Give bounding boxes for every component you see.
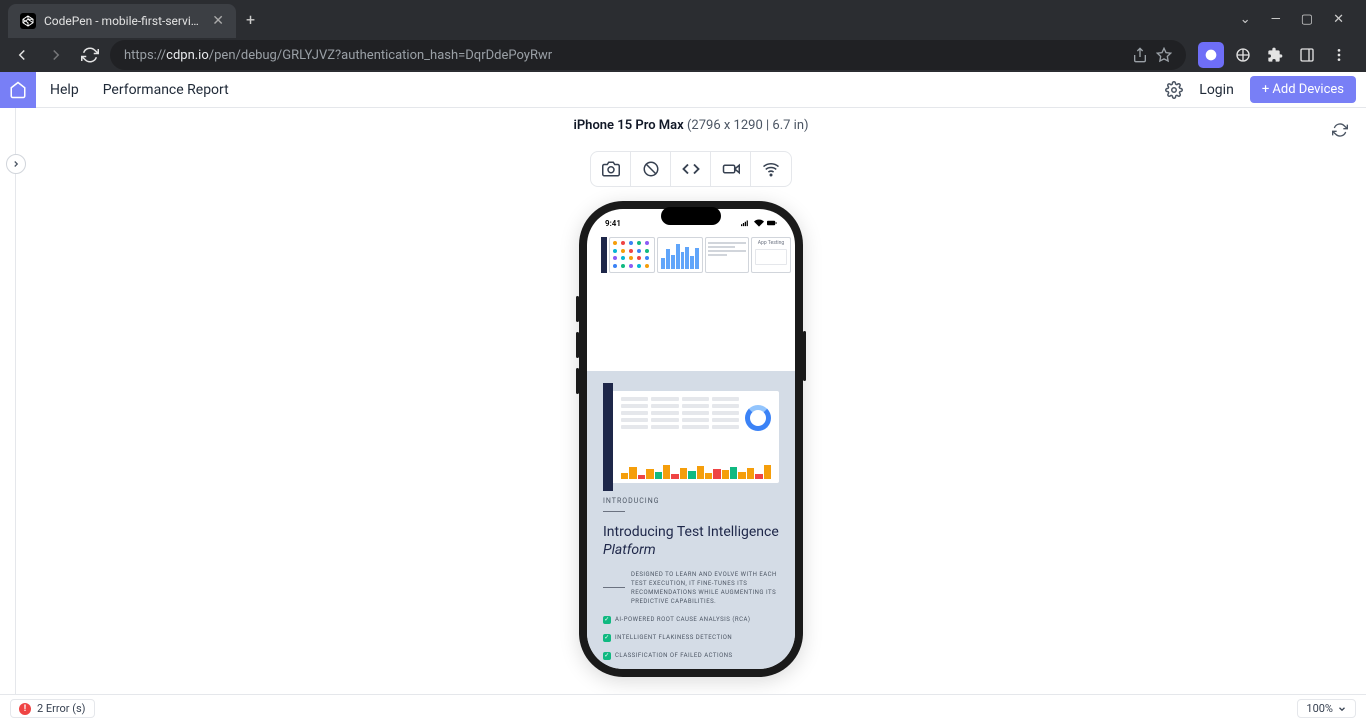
minimize-icon[interactable]: — xyxy=(1271,12,1281,27)
phone-time: 9:41 xyxy=(605,219,621,228)
error-indicator[interactable]: ! 2 Error (s) xyxy=(10,699,95,718)
hero-card-4: App Testing xyxy=(751,237,791,273)
content-area: iPhone 15 Pro Max (2796 x 1290 | 6.7 in)… xyxy=(0,108,1366,694)
extension-1-icon[interactable] xyxy=(1198,42,1224,68)
signal-icon xyxy=(741,219,751,227)
phone-notch xyxy=(661,207,721,225)
extensions-icon[interactable] xyxy=(1262,42,1288,68)
browser-chrome: CodePen - mobile-first-services ✕ + ⌄ — … xyxy=(0,0,1366,72)
nav-bar: https://cdpn.io/pen/debug/GRLYJVZ?authen… xyxy=(0,38,1366,72)
wifi-icon xyxy=(754,219,764,227)
feature-1: ✓AI-POWERED ROOT CAUSE ANALYSIS (RCA) xyxy=(603,616,779,624)
intro-accent-bar xyxy=(603,383,613,491)
header-links: Help Performance Report xyxy=(36,82,229,98)
device-specs: (2796 x 1290 | 6.7 in) xyxy=(687,118,809,133)
forward-button[interactable] xyxy=(42,41,70,69)
desc-text: DESIGNED TO LEARN AND EVOLVE WITH EACH T… xyxy=(631,570,779,606)
check-icon: ✓ xyxy=(603,634,611,642)
error-count: 2 Error (s) xyxy=(37,702,86,715)
donut-chart-icon xyxy=(745,405,771,431)
app-header: Help Performance Report Login + Add Devi… xyxy=(0,72,1366,108)
hero-card-2 xyxy=(657,237,703,273)
expand-sidebar-button[interactable] xyxy=(6,154,26,174)
feature-2: ✓INTELLIGENT FLAKINESS DETECTION xyxy=(603,634,779,642)
zoom-value: 100% xyxy=(1306,702,1333,715)
screenshot-button[interactable] xyxy=(591,152,631,186)
device-toolbar xyxy=(590,151,792,187)
desc-block: DESIGNED TO LEARN AND EVOLVE WITH EACH T… xyxy=(603,570,779,606)
reload-button[interactable] xyxy=(76,41,104,69)
login-link[interactable]: Login xyxy=(1199,82,1234,98)
devtools-button[interactable] xyxy=(671,152,711,186)
check-icon: ✓ xyxy=(603,616,611,624)
url-actions xyxy=(1132,47,1172,63)
app-footer: ! 2 Error (s) 100% xyxy=(0,694,1366,722)
maximize-icon[interactable]: ▢ xyxy=(1301,12,1313,27)
tab-bar: CodePen - mobile-first-services ✕ + ⌄ — … xyxy=(0,0,1366,38)
tab-title: CodePen - mobile-first-services xyxy=(44,14,204,28)
intro-image xyxy=(603,391,779,483)
intro-section: INTRODUCING Introducing Test Intelligenc… xyxy=(587,371,795,669)
device-name: iPhone 15 Pro Max xyxy=(573,118,683,133)
eyebrow-line xyxy=(603,511,625,512)
main-area: iPhone 15 Pro Max (2796 x 1290 | 6.7 in)… xyxy=(16,108,1366,694)
url-text: https://cdpn.io/pen/debug/GRLYJVZ?authen… xyxy=(124,48,1126,63)
header-right: Login + Add Devices xyxy=(1165,76,1366,103)
home-button[interactable] xyxy=(0,72,36,108)
phone-content: App Testing xyxy=(587,237,795,669)
help-link[interactable]: Help xyxy=(50,82,79,98)
refresh-device-button[interactable] xyxy=(1332,122,1348,142)
desc-line xyxy=(603,587,625,588)
phone-status-icons xyxy=(741,219,777,227)
battery-icon xyxy=(767,219,777,227)
hero-accent-bar xyxy=(601,237,607,273)
browser-tab[interactable]: CodePen - mobile-first-services ✕ xyxy=(8,4,236,38)
add-devices-button[interactable]: + Add Devices xyxy=(1250,76,1356,103)
extension-2-icon[interactable] xyxy=(1230,42,1256,68)
side-rail xyxy=(0,108,16,694)
hero-card-3 xyxy=(705,237,749,273)
rotate-button[interactable] xyxy=(631,152,671,186)
panel-icon[interactable] xyxy=(1294,42,1320,68)
hero-card-1 xyxy=(609,237,655,273)
phone-screen[interactable]: 9:41 xyxy=(587,209,795,669)
device-label: iPhone 15 Pro Max (2796 x 1290 | 6.7 in) xyxy=(573,118,808,133)
record-button[interactable] xyxy=(711,152,751,186)
hero-images: App Testing xyxy=(587,237,795,273)
check-icon: ✓ xyxy=(603,652,611,660)
performance-report-link[interactable]: Performance Report xyxy=(103,82,229,98)
chevron-down-icon xyxy=(1337,704,1347,714)
network-button[interactable] xyxy=(751,152,791,186)
codepen-favicon xyxy=(20,13,36,29)
error-dot-icon: ! xyxy=(19,703,31,715)
new-tab-button[interactable]: + xyxy=(246,10,255,29)
phone-frame: 9:41 xyxy=(579,201,803,677)
intro-bar-chart xyxy=(621,459,771,479)
extension-icons xyxy=(1192,42,1358,68)
hero-tag: App Testing xyxy=(752,238,790,246)
back-button[interactable] xyxy=(8,41,36,69)
eyebrow-text: INTRODUCING xyxy=(603,497,779,505)
close-window-icon[interactable]: ✕ xyxy=(1333,12,1344,27)
zoom-control[interactable]: 100% xyxy=(1297,699,1356,718)
star-icon[interactable] xyxy=(1156,47,1172,63)
chevron-down-icon[interactable]: ⌄ xyxy=(1240,12,1251,27)
close-tab-icon[interactable]: ✕ xyxy=(212,13,224,29)
settings-icon[interactable] xyxy=(1165,81,1183,99)
share-icon[interactable] xyxy=(1132,47,1148,63)
headline: Introducing Test Intelligence Platform xyxy=(603,524,779,560)
window-controls: ⌄ — ▢ ✕ xyxy=(1240,12,1358,27)
menu-icon[interactable] xyxy=(1326,42,1352,68)
feature-3: ✓CLASSIFICATION OF FAILED ACTIONS xyxy=(603,652,779,660)
url-bar[interactable]: https://cdpn.io/pen/debug/GRLYJVZ?authen… xyxy=(110,40,1186,70)
